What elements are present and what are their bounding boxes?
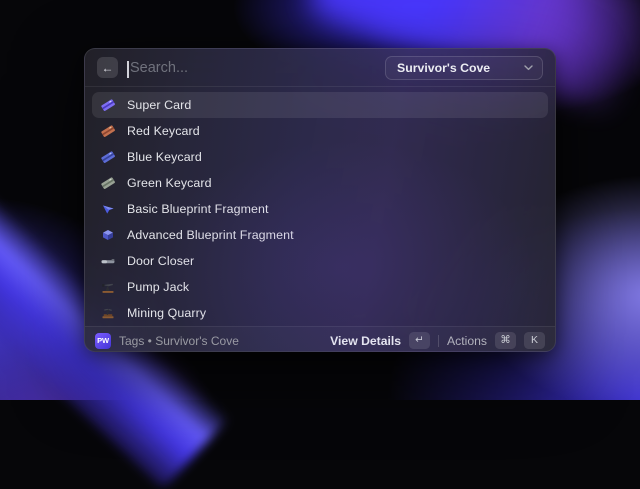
list-item[interactable]: Super Card <box>92 92 548 118</box>
super-card-icon <box>100 97 116 113</box>
collection-dropdown[interactable]: Survivor's Cove <box>385 55 543 80</box>
advanced-blueprint-fragment-icon <box>100 227 116 243</box>
k-key-icon: K <box>524 332 545 349</box>
list-item-label: Mining Quarry <box>127 306 207 320</box>
search-bar: ← Survivor's Cove <box>85 49 555 87</box>
palworld-app-icon: PW <box>95 332 111 349</box>
mining-quarry-icon <box>100 305 116 321</box>
enter-key-icon: ↵ <box>409 332 431 349</box>
list-item[interactable]: Door Closer <box>92 248 548 274</box>
view-details-button[interactable]: View Details <box>330 334 401 348</box>
blue-keycard-icon <box>100 149 116 165</box>
list-item-label: Advanced Blueprint Fragment <box>127 228 294 242</box>
pump-jack-icon <box>100 279 116 295</box>
command-key-icon: ⌘ <box>495 332 516 349</box>
actions-button[interactable]: Actions <box>447 334 487 348</box>
footer-status: Tags • Survivor's Cove <box>119 333 239 348</box>
red-keycard-icon <box>100 123 116 139</box>
text-caret <box>127 60 129 78</box>
search-input[interactable] <box>127 59 376 76</box>
list-item-label: Blue Keycard <box>127 150 202 164</box>
back-arrow-icon: ← <box>101 60 114 75</box>
footer: PW Tags • Survivor's Cove View Details ↵… <box>85 326 555 351</box>
list-item[interactable]: Basic Blueprint Fragment <box>92 196 548 222</box>
list-item[interactable]: Pump Jack <box>92 274 548 300</box>
search-field-wrap <box>127 59 376 78</box>
list-item[interactable]: Red Keycard <box>92 118 548 144</box>
footer-actions: View Details ↵ Actions ⌘ K <box>330 332 545 349</box>
list-item[interactable]: Blue Keycard <box>92 144 548 170</box>
door-closer-icon <box>100 253 116 269</box>
collection-dropdown-value: Survivor's Cove <box>397 60 491 75</box>
list-item-label: Basic Blueprint Fragment <box>127 202 269 216</box>
back-button[interactable]: ← <box>97 57 118 78</box>
list-item-label: Pump Jack <box>127 280 190 294</box>
list-item[interactable]: Advanced Blueprint Fragment <box>92 222 548 248</box>
result-list: Super Card Red Keycard Blue Keycard Gree… <box>85 87 555 326</box>
list-item-label: Green Keycard <box>127 176 212 190</box>
list-item[interactable]: Mining Quarry <box>92 300 548 326</box>
launcher-window: ← Survivor's Cove Super Card <box>84 48 556 352</box>
chevron-down-icon <box>524 64 533 70</box>
basic-blueprint-fragment-icon <box>100 201 116 217</box>
green-keycard-icon <box>100 175 116 191</box>
footer-divider <box>438 334 440 347</box>
list-item-label: Super Card <box>127 98 192 112</box>
list-item-label: Red Keycard <box>127 124 200 138</box>
list-item[interactable]: Green Keycard <box>92 170 548 196</box>
list-item-label: Door Closer <box>127 254 195 268</box>
